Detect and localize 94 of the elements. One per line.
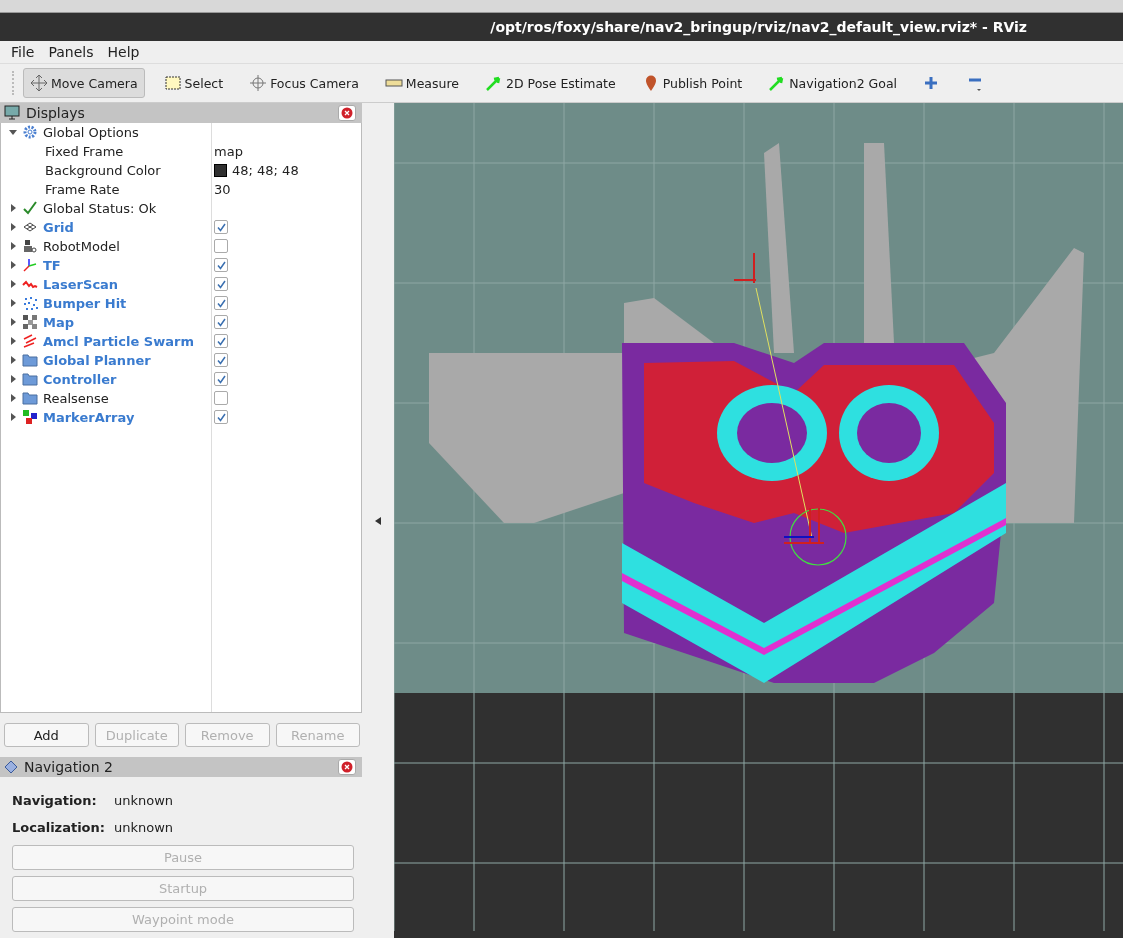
display-label[interactable]: Controller (43, 371, 117, 387)
checkbox[interactable] (214, 296, 228, 311)
tick-icon (216, 260, 226, 270)
display-label[interactable]: Realsense (43, 390, 109, 406)
tool-button[interactable]: Measure (377, 68, 466, 98)
window-title: /opt/ros/foxy/share/nav2_bringup/rviz/nav2_default_view.rviz* - RViz (490, 19, 1027, 35)
monitor-icon (4, 105, 20, 121)
expander-icon[interactable] (9, 204, 17, 213)
panel-title: Navigation 2 (24, 759, 114, 775)
expander-icon[interactable] (9, 223, 17, 232)
costmap-drawing[interactable] (394, 103, 1123, 931)
expander-icon[interactable] (9, 299, 17, 308)
checkbox[interactable] (214, 353, 228, 368)
diamond-icon (4, 760, 18, 774)
property-value[interactable]: 30 (214, 181, 231, 197)
arrow-icon (485, 74, 503, 92)
checkbox[interactable] (214, 220, 228, 235)
display-label[interactable]: Bumper Hit (43, 295, 127, 311)
folder-icon (22, 352, 38, 369)
tool-button[interactable]: Select (156, 68, 231, 98)
panel-title: Displays (26, 105, 86, 121)
expander-icon[interactable] (9, 128, 17, 137)
expander-icon[interactable] (9, 375, 17, 384)
close-button[interactable] (338, 105, 356, 121)
expander-icon[interactable] (9, 261, 17, 270)
display-label[interactable]: Global Planner (43, 352, 151, 368)
robot-icon (22, 238, 38, 255)
close-icon (341, 107, 353, 119)
folder-icon (22, 371, 38, 388)
checkbox[interactable] (214, 391, 228, 406)
menu-item[interactable]: Panels (48, 44, 94, 60)
tick-icon (216, 298, 226, 308)
tool-button[interactable]: 2D Pose Estimate (478, 68, 623, 98)
display-label[interactable]: LaserScan (43, 276, 119, 292)
checkbox[interactable] (214, 277, 228, 292)
axes-icon (22, 257, 38, 274)
tool-button[interactable]: Publish Point (634, 68, 750, 98)
tick-icon (216, 279, 226, 289)
checkbox[interactable] (214, 315, 228, 330)
display-label[interactable]: Grid (43, 219, 74, 235)
status-label: Navigation: (12, 793, 98, 808)
property-label: Fixed Frame (45, 143, 124, 159)
move-arrows-icon (30, 74, 48, 92)
tool-button[interactable]: Focus Camera (242, 68, 366, 98)
status-value: unknown (114, 820, 174, 835)
property-value[interactable]: 48; 48; 48 (232, 162, 299, 178)
display-label[interactable]: Amcl Particle Swarm (43, 333, 194, 349)
tick-icon (216, 355, 226, 365)
collapse-arrow-icon[interactable] (375, 516, 381, 525)
checkmark-icon (22, 200, 38, 217)
display-label[interactable]: MarkerArray (43, 409, 135, 425)
map-tiles-icon (22, 314, 38, 331)
status-label: Localization: (12, 820, 106, 835)
expander-icon[interactable] (9, 413, 17, 422)
expander-icon[interactable] (9, 394, 17, 403)
expander-icon[interactable] (9, 280, 17, 289)
dots-icon (22, 295, 38, 312)
expander-icon[interactable] (9, 337, 17, 346)
status-value: unknown (114, 793, 174, 808)
plus-icon (924, 76, 939, 90)
crosshair-icon (249, 74, 268, 92)
tick-icon (216, 412, 226, 422)
display-label[interactable]: Map (43, 314, 74, 330)
tick-icon (216, 317, 226, 327)
cubes-icon (22, 409, 38, 426)
menu-item[interactable]: File (11, 44, 35, 60)
checkbox[interactable] (214, 334, 228, 349)
display-label[interactable]: Global Options (43, 124, 139, 140)
checkbox[interactable] (214, 258, 228, 273)
tick-icon (216, 336, 226, 346)
folder-icon (22, 390, 38, 407)
particles-icon (22, 333, 38, 350)
display-label[interactable]: Global Status: Ok (43, 200, 157, 216)
tool-button[interactable]: Move Camera (23, 68, 145, 98)
checkbox[interactable] (214, 239, 228, 254)
expander-icon[interactable] (9, 242, 17, 251)
checkbox[interactable] (214, 372, 228, 387)
property-label: Background Color (45, 162, 161, 178)
selection-box-icon (163, 74, 182, 92)
checkbox[interactable] (214, 410, 228, 425)
display-label[interactable]: RobotModel (43, 238, 120, 254)
close-button[interactable] (338, 759, 356, 775)
display-label[interactable]: TF (43, 257, 61, 273)
tick-icon (216, 374, 226, 384)
color-swatch[interactable] (214, 163, 227, 177)
close-icon (341, 761, 353, 773)
expander-icon[interactable] (9, 356, 17, 365)
menu-item[interactable]: Help (107, 44, 140, 60)
property-value[interactable]: map (214, 143, 243, 159)
property-label: Frame Rate (45, 181, 120, 197)
panel-button[interactable]: Add (4, 723, 89, 748)
tool-button[interactable]: Navigation2 Goal (761, 68, 905, 98)
expander-icon[interactable] (9, 318, 17, 327)
tick-icon (216, 222, 226, 232)
